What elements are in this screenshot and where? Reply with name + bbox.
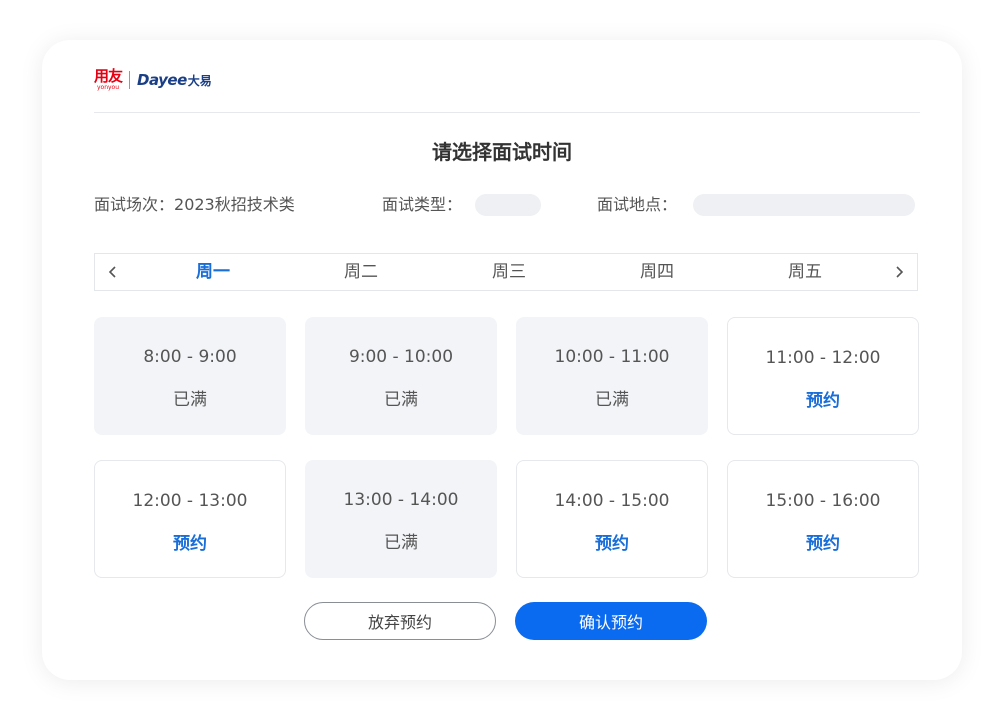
slot-time: 13:00 - 14:00	[343, 490, 459, 510]
slot-book-link[interactable]: 预约	[95, 529, 285, 554]
slot-status: 已满	[173, 390, 207, 410]
time-slot: 9:00 - 10:00 已满	[305, 317, 497, 435]
slot-status: 已满	[595, 390, 629, 410]
dayee-logo-cn-text: 大易	[187, 73, 212, 88]
tab-wednesday[interactable]: 周三	[459, 254, 559, 290]
tab-friday[interactable]: 周五	[755, 254, 855, 290]
location-info: 面试地点：	[597, 192, 677, 218]
brand-logo: 用友 yonyou Dayee 大易	[94, 66, 212, 94]
header-divider	[94, 112, 920, 113]
slot-book-link[interactable]: 预约	[728, 529, 918, 554]
session-label: 面试场次：	[94, 195, 175, 214]
yonyou-logo-text: 用友	[94, 67, 123, 85]
logo-separator	[129, 71, 131, 89]
dayee-logo-text: Dayee	[137, 71, 187, 89]
location-label: 面试地点：	[597, 195, 678, 214]
session-value: 2023秋招技术类	[174, 195, 295, 214]
slot-book-link[interactable]: 预约	[728, 386, 918, 411]
slot-status: 已满	[384, 533, 418, 553]
slot-time: 9:00 - 10:00	[348, 347, 454, 367]
next-week-button[interactable]	[881, 254, 917, 290]
time-slot-bookable[interactable]: 11:00 - 12:00 预约	[727, 317, 919, 435]
time-slot: 8:00 - 9:00 已满	[94, 317, 286, 435]
yonyou-logo-subtext: yonyou	[96, 84, 120, 91]
location-value-placeholder	[693, 194, 915, 216]
slot-time: 14:00 - 15:00	[554, 491, 670, 511]
week-selector: 周一 周二 周三 周四 周五	[94, 253, 918, 291]
prev-week-button[interactable]	[95, 254, 131, 290]
time-slot-bookable[interactable]: 15:00 - 16:00 预约	[727, 460, 919, 578]
tab-tuesday[interactable]: 周二	[311, 254, 411, 290]
time-slot-bookable[interactable]: 12:00 - 13:00 预约	[94, 460, 286, 578]
chevron-left-icon	[108, 266, 116, 278]
slot-time: 12:00 - 13:00	[132, 491, 248, 511]
cancel-booking-button[interactable]: 放弃预约	[304, 602, 496, 640]
time-slot: 13:00 - 14:00 已满	[305, 460, 497, 578]
type-label: 面试类型：	[382, 195, 463, 214]
slot-status: 已满	[384, 390, 418, 410]
slot-book-link[interactable]: 预约	[517, 529, 707, 554]
confirm-booking-button[interactable]: 确认预约	[515, 602, 707, 640]
tab-monday[interactable]: 周一	[163, 254, 263, 290]
chevron-right-icon	[896, 266, 904, 278]
booking-card: 用友 yonyou Dayee 大易 请选择面试时间 面试场次：2023秋招技术…	[42, 40, 962, 680]
tab-thursday[interactable]: 周四	[607, 254, 707, 290]
slot-time: 10:00 - 11:00	[554, 347, 670, 367]
slot-time: 11:00 - 12:00	[765, 348, 881, 368]
page-title: 请选择面试时间	[432, 140, 572, 164]
time-slot-bookable[interactable]: 14:00 - 15:00 预约	[516, 460, 708, 578]
time-slot: 10:00 - 11:00 已满	[516, 317, 708, 435]
type-value-placeholder	[475, 194, 541, 216]
session-info: 面试场次：2023秋招技术类	[94, 192, 295, 218]
yonyou-logo: 用友 yonyou	[94, 67, 123, 91]
slot-time: 15:00 - 16:00	[765, 491, 881, 511]
type-info: 面试类型：	[382, 192, 462, 218]
slot-time: 8:00 - 9:00	[143, 347, 237, 367]
